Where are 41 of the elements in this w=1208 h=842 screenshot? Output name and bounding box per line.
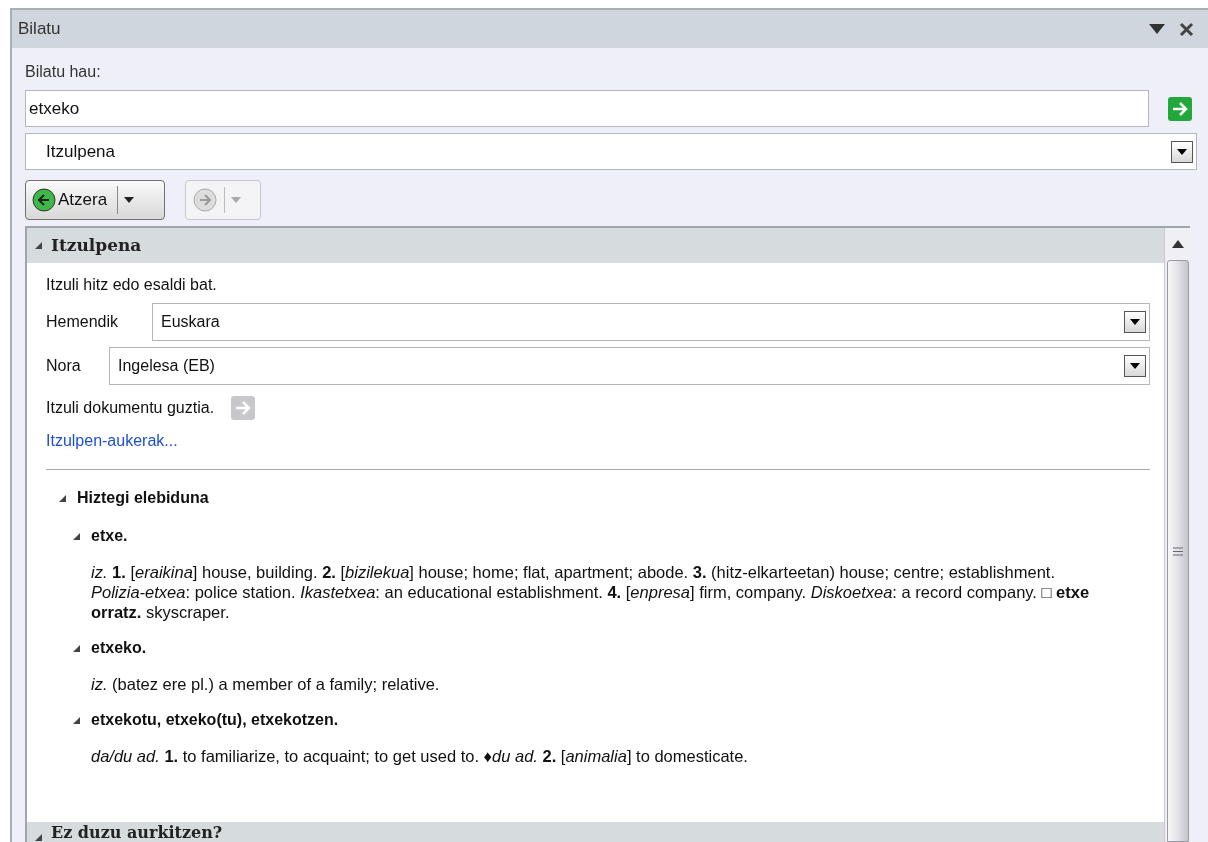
entry-definition: iz. 1. [eraikina] house, building. 2. [bizilekua] house; home; flat, apartment; abode. 3. (hitz-elkarteetan) house; centre; establishment. Polizia-etxea: police station. Ikastetxea: an educational establishment. 4. [enpresa] firm, company. Diskoetxea: a record company. □ etxe orratz. skyscraper. [90,562,1091,622]
expanded-triangle-icon[interactable] [72,531,81,541]
entry-headword[interactable]: etxekotu, etxeko(tu), etxekotzen. [72,708,339,732]
panel-title: Bilatu [18,18,61,41]
expanded-triangle-icon[interactable] [58,493,67,503]
dropdown-button[interactable] [1171,140,1193,163]
caret-icon [124,197,135,203]
caret-icon [231,197,241,203]
expanded-triangle-icon[interactable] [34,833,43,842]
dropdown-field[interactable]: Itzulpena [25,133,1197,170]
dropdown-field[interactable]: Ingelesa (EB) [109,347,1150,385]
scrollbar[interactable] [1164,228,1190,842]
search-label: Bilatu hau: [25,62,102,82]
caret-icon [1177,148,1187,155]
close-icon[interactable] [1179,21,1194,37]
entry-definition: da/du ad. 1. to familiarize, to acquaint; to get used to. ♦du ad. 2. [animalia] to domesticate. [90,746,749,766]
dropdown-field[interactable]: Euskara [152,303,1150,341]
dropdown-button[interactable] [1124,355,1146,377]
caret-icon [1130,319,1140,325]
dictionary-header[interactable]: Hiztegi elebiduna [46,486,1150,510]
caret-icon[interactable] [1149,24,1165,34]
expanded-triangle-icon[interactable] [72,643,81,653]
scroll-up-icon[interactable] [1171,240,1184,248]
entry-headword[interactable]: etxeko. [72,636,147,660]
section-header[interactable]: Itzulpena [27,228,1164,263]
search-field[interactable]: etxeko [25,90,1149,127]
expanded-triangle-icon[interactable] [34,241,43,250]
intro-text: Itzuli hitz edo esaldi bat. [46,275,218,295]
translate-document-label: Itzuli dokumentu guztia. [46,398,215,418]
caret-icon [1130,363,1140,369]
expanded-triangle-icon[interactable] [72,715,81,725]
entry-headword[interactable]: etxe. [72,524,128,548]
from-label: Hemendik [46,312,120,332]
dropdown-button[interactable] [1124,311,1146,333]
translation-options-link[interactable]: Itzulpen-aukerak... [46,429,178,453]
scrollbar-thumb[interactable] [1166,260,1189,842]
section-header[interactable]: Ez duzu aurkitzen? [27,822,1164,842]
back-button[interactable]: Atzera [25,180,165,220]
grip-icon [1172,546,1183,556]
entry-definition: iz. (batez ere pl.) a member of a family; relative. [90,674,441,694]
to-label: Nora [46,356,82,376]
